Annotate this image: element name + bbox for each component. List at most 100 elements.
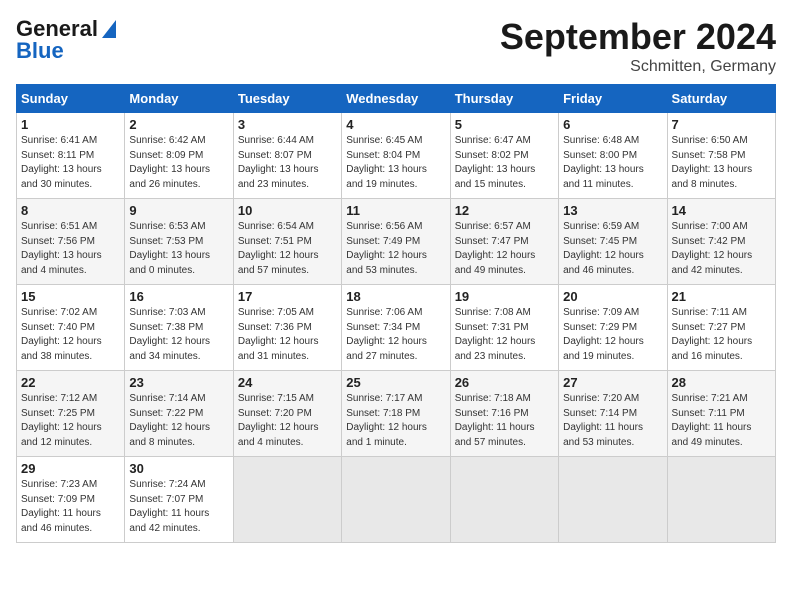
day-cell: 6 Sunrise: 6:48 AM Sunset: 8:00 PM Daylig… xyxy=(559,113,667,199)
day-number: 11 xyxy=(346,203,445,218)
day-cell: 2 Sunrise: 6:42 AM Sunset: 8:09 PM Daylig… xyxy=(125,113,233,199)
day-number: 25 xyxy=(346,375,445,390)
day-cell: 14 Sunrise: 7:00 AM Sunset: 7:42 PM Dayli… xyxy=(667,199,775,285)
day-info: Sunrise: 7:11 AM Sunset: 7:27 PM Dayligh… xyxy=(672,306,771,364)
day-cell: 11 Sunrise: 6:56 AM Sunset: 7:49 PM Dayli… xyxy=(342,199,450,285)
day-number: 21 xyxy=(672,289,771,304)
day-info: Sunrise: 7:06 AM Sunset: 7:34 PM Dayligh… xyxy=(346,306,445,364)
day-cell xyxy=(450,457,558,543)
day-info: Sunrise: 6:41 AM Sunset: 8:11 PM Dayligh… xyxy=(21,134,120,192)
day-cell: 8 Sunrise: 6:51 AM Sunset: 7:56 PM Daylig… xyxy=(17,199,125,285)
header-cell-tuesday: Tuesday xyxy=(233,85,341,113)
day-number: 23 xyxy=(129,375,228,390)
day-info: Sunrise: 7:12 AM Sunset: 7:25 PM Dayligh… xyxy=(21,392,120,450)
header-cell-thursday: Thursday xyxy=(450,85,558,113)
day-cell: 17 Sunrise: 7:05 AM Sunset: 7:36 PM Dayli… xyxy=(233,285,341,371)
day-number: 1 xyxy=(21,117,120,132)
day-number: 9 xyxy=(129,203,228,218)
day-cell: 13Sunrise: 6:59 AM Sunset: 7:45 PM Dayli… xyxy=(559,199,667,285)
header-row: SundayMondayTuesdayWednesdayThursdayFrid… xyxy=(17,85,776,113)
day-number: 29 xyxy=(21,461,120,476)
day-number: 26 xyxy=(455,375,554,390)
header-cell-saturday: Saturday xyxy=(667,85,775,113)
day-info: Sunrise: 6:57 AM Sunset: 7:47 PM Dayligh… xyxy=(455,220,554,278)
day-info: Sunrise: 6:47 AM Sunset: 8:02 PM Dayligh… xyxy=(455,134,554,192)
day-cell: 28 Sunrise: 7:21 AM Sunset: 7:11 PM Dayli… xyxy=(667,371,775,457)
day-info: Sunrise: 7:00 AM Sunset: 7:42 PM Dayligh… xyxy=(672,220,771,278)
day-number: 12 xyxy=(455,203,554,218)
day-info: Sunrise: 6:51 AM Sunset: 7:56 PM Dayligh… xyxy=(21,220,120,278)
day-cell: 9 Sunrise: 6:53 AM Sunset: 7:53 PM Daylig… xyxy=(125,199,233,285)
day-cell: 30Sunrise: 7:24 AM Sunset: 7:07 PM Dayli… xyxy=(125,457,233,543)
day-cell: 26 Sunrise: 7:18 AM Sunset: 7:16 PM Dayli… xyxy=(450,371,558,457)
day-info: Sunrise: 7:21 AM Sunset: 7:11 PM Dayligh… xyxy=(672,392,771,450)
day-cell: 5 Sunrise: 6:47 AM Sunset: 8:02 PM Daylig… xyxy=(450,113,558,199)
day-cell: 3Sunrise: 6:44 AM Sunset: 8:07 PM Daylig… xyxy=(233,113,341,199)
day-number: 14 xyxy=(672,203,771,218)
page-header: General Blue September 2024 Schmitten, G… xyxy=(16,16,776,76)
day-number: 15 xyxy=(21,289,120,304)
day-number: 30 xyxy=(129,461,228,476)
day-info: Sunrise: 6:53 AM Sunset: 7:53 PM Dayligh… xyxy=(129,220,228,278)
day-info: Sunrise: 7:08 AM Sunset: 7:31 PM Dayligh… xyxy=(455,306,554,364)
day-number: 5 xyxy=(455,117,554,132)
logo-text-blue: Blue xyxy=(16,38,64,64)
day-info: Sunrise: 6:45 AM Sunset: 8:04 PM Dayligh… xyxy=(346,134,445,192)
day-number: 2 xyxy=(129,117,228,132)
day-info: Sunrise: 7:18 AM Sunset: 7:16 PM Dayligh… xyxy=(455,392,554,450)
day-number: 6 xyxy=(563,117,662,132)
day-number: 8 xyxy=(21,203,120,218)
day-info: Sunrise: 7:05 AM Sunset: 7:36 PM Dayligh… xyxy=(238,306,337,364)
logo: General Blue xyxy=(16,16,116,64)
day-number: 22 xyxy=(21,375,120,390)
month-title: September 2024 xyxy=(500,16,776,58)
day-info: Sunrise: 7:09 AM Sunset: 7:29 PM Dayligh… xyxy=(563,306,662,364)
day-number: 19 xyxy=(455,289,554,304)
day-cell: 23 Sunrise: 7:14 AM Sunset: 7:22 PM Dayli… xyxy=(125,371,233,457)
day-number: 17 xyxy=(238,289,337,304)
header-cell-sunday: Sunday xyxy=(17,85,125,113)
day-info: Sunrise: 6:50 AM Sunset: 7:58 PM Dayligh… xyxy=(672,134,771,192)
day-cell: 27Sunrise: 7:20 AM Sunset: 7:14 PM Dayli… xyxy=(559,371,667,457)
header-cell-monday: Monday xyxy=(125,85,233,113)
day-info: Sunrise: 7:23 AM Sunset: 7:09 PM Dayligh… xyxy=(21,478,120,536)
day-info: Sunrise: 6:54 AM Sunset: 7:51 PM Dayligh… xyxy=(238,220,337,278)
day-info: Sunrise: 6:56 AM Sunset: 7:49 PM Dayligh… xyxy=(346,220,445,278)
day-cell: 15 Sunrise: 7:02 AM Sunset: 7:40 PM Dayli… xyxy=(17,285,125,371)
day-cell: 19 Sunrise: 7:08 AM Sunset: 7:31 PM Dayli… xyxy=(450,285,558,371)
day-cell xyxy=(559,457,667,543)
day-number: 18 xyxy=(346,289,445,304)
day-number: 3 xyxy=(238,117,337,132)
location-title: Schmitten, Germany xyxy=(500,58,776,76)
day-number: 28 xyxy=(672,375,771,390)
header-cell-wednesday: Wednesday xyxy=(342,85,450,113)
day-cell: 25 Sunrise: 7:17 AM Sunset: 7:18 PM Dayli… xyxy=(342,371,450,457)
week-row-1: 1 Sunrise: 6:41 AM Sunset: 8:11 PM Daylig… xyxy=(17,113,776,199)
day-number: 24 xyxy=(238,375,337,390)
week-row-4: 22 Sunrise: 7:12 AM Sunset: 7:25 PM Dayli… xyxy=(17,371,776,457)
day-cell: 29 Sunrise: 7:23 AM Sunset: 7:09 PM Dayli… xyxy=(17,457,125,543)
day-number: 13 xyxy=(563,203,662,218)
day-info: Sunrise: 6:42 AM Sunset: 8:09 PM Dayligh… xyxy=(129,134,228,192)
calendar-table: SundayMondayTuesdayWednesdayThursdayFrid… xyxy=(16,84,776,543)
day-info: Sunrise: 7:17 AM Sunset: 7:18 PM Dayligh… xyxy=(346,392,445,450)
day-cell: 12 Sunrise: 6:57 AM Sunset: 7:47 PM Dayli… xyxy=(450,199,558,285)
header-cell-friday: Friday xyxy=(559,85,667,113)
day-cell: 4Sunrise: 6:45 AM Sunset: 8:04 PM Daylig… xyxy=(342,113,450,199)
day-cell xyxy=(233,457,341,543)
day-cell: 20Sunrise: 7:09 AM Sunset: 7:29 PM Dayli… xyxy=(559,285,667,371)
day-cell: 1 Sunrise: 6:41 AM Sunset: 8:11 PM Daylig… xyxy=(17,113,125,199)
day-cell: 7 Sunrise: 6:50 AM Sunset: 7:58 PM Daylig… xyxy=(667,113,775,199)
week-row-2: 8 Sunrise: 6:51 AM Sunset: 7:56 PM Daylig… xyxy=(17,199,776,285)
day-cell xyxy=(667,457,775,543)
title-block: September 2024 Schmitten, Germany xyxy=(500,16,776,76)
day-info: Sunrise: 6:48 AM Sunset: 8:00 PM Dayligh… xyxy=(563,134,662,192)
day-cell: 16Sunrise: 7:03 AM Sunset: 7:38 PM Dayli… xyxy=(125,285,233,371)
day-info: Sunrise: 7:20 AM Sunset: 7:14 PM Dayligh… xyxy=(563,392,662,450)
day-info: Sunrise: 7:02 AM Sunset: 7:40 PM Dayligh… xyxy=(21,306,120,364)
day-cell: 24Sunrise: 7:15 AM Sunset: 7:20 PM Dayli… xyxy=(233,371,341,457)
week-row-3: 15 Sunrise: 7:02 AM Sunset: 7:40 PM Dayli… xyxy=(17,285,776,371)
day-number: 7 xyxy=(672,117,771,132)
day-info: Sunrise: 7:14 AM Sunset: 7:22 PM Dayligh… xyxy=(129,392,228,450)
day-cell: 22 Sunrise: 7:12 AM Sunset: 7:25 PM Dayli… xyxy=(17,371,125,457)
